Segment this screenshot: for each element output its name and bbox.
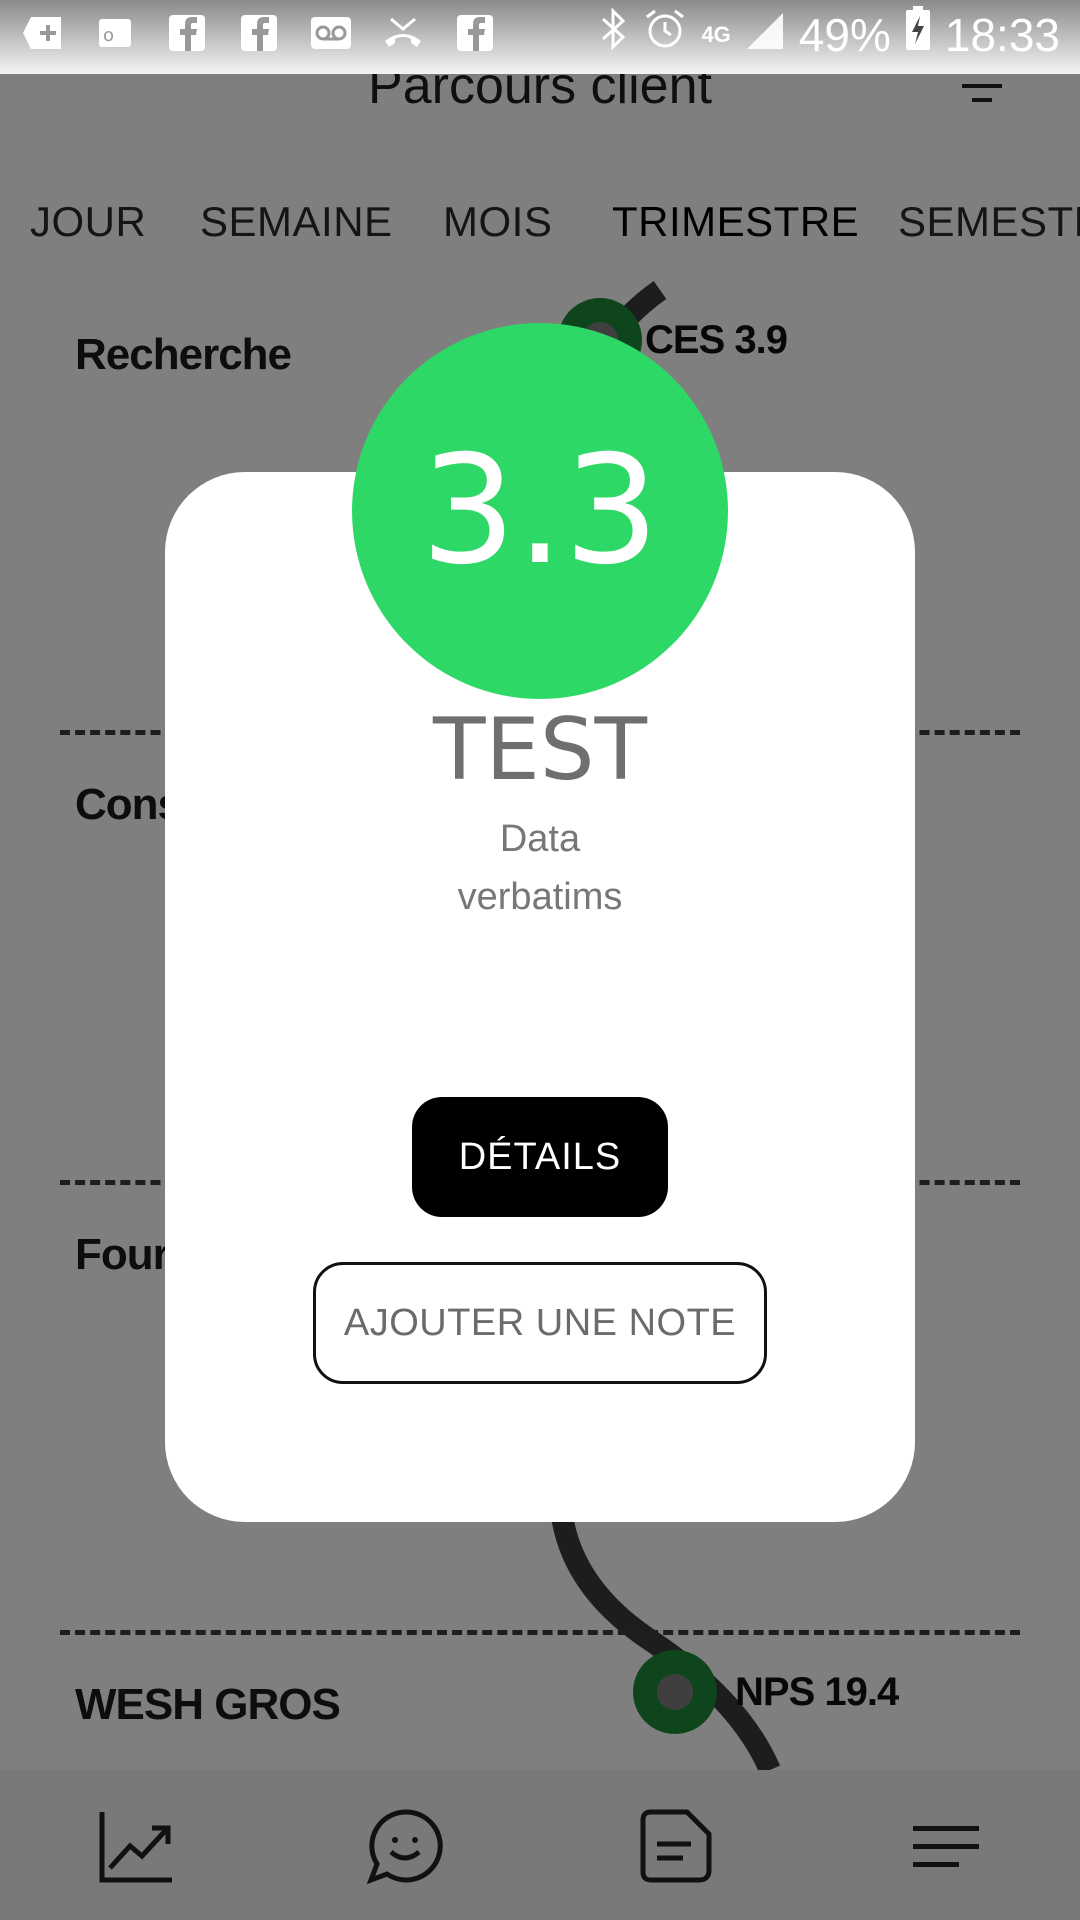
battery-charging-icon <box>905 6 931 63</box>
network-type: 4G <box>701 21 731 47</box>
signal-icon <box>745 8 785 62</box>
status-bar: o 4G 49% 18:33 <box>0 0 1080 74</box>
svg-text:o: o <box>103 25 114 46</box>
add-notification-icon <box>20 10 66 56</box>
facebook-icon <box>452 10 498 56</box>
modal-subtitle: Data verbatims <box>165 810 915 926</box>
missed-call-icon <box>380 10 426 56</box>
voicemail-icon <box>308 10 354 56</box>
facebook-icon <box>164 10 210 56</box>
modal-subtitle-line: Data <box>499 818 581 860</box>
outlook-icon: o <box>92 10 138 56</box>
alarm-icon <box>643 7 687 62</box>
battery-percent: 49% <box>798 8 891 61</box>
modal-title: TEST <box>433 700 647 800</box>
system-indicators: 4G 49% 18:33 <box>599 6 1060 63</box>
modal-subtitle-line: verbatims <box>457 876 623 918</box>
clock: 18:33 <box>944 8 1060 61</box>
score-badge: 3.3 <box>352 323 728 699</box>
notification-icons: o <box>20 10 498 56</box>
details-button[interactable]: DÉTAILS <box>412 1097 668 1217</box>
bluetooth-icon <box>599 7 629 62</box>
facebook-icon <box>236 10 282 56</box>
add-note-button[interactable]: AJOUTER UNE NOTE <box>313 1262 767 1384</box>
